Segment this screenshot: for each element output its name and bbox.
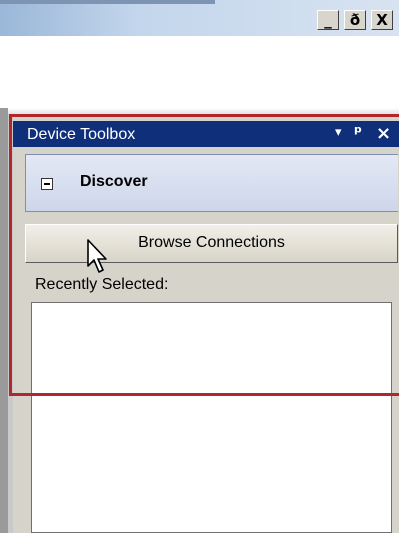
panel-title: Device Toolbox	[27, 126, 136, 143]
toolbar-area	[0, 36, 399, 114]
mouse-cursor-icon	[87, 239, 107, 273]
window-title-bar	[0, 0, 399, 36]
close-window-button[interactable]: X	[371, 10, 393, 30]
recently-selected-label: Recently Selected:	[35, 276, 169, 293]
pin-icon[interactable]: ᵖ	[354, 123, 362, 143]
title-bar-accent	[0, 0, 215, 4]
discover-section-label: Discover	[80, 173, 148, 190]
restore-button[interactable]: ð	[344, 10, 366, 30]
collapse-icon[interactable]	[41, 178, 53, 190]
close-panel-icon[interactable]: ×	[376, 123, 391, 144]
dropdown-arrow-icon[interactable]: ▾	[335, 125, 342, 140]
recently-selected-list[interactable]	[31, 302, 392, 533]
window-frame-left	[0, 108, 8, 533]
browse-connections-button[interactable]: Browse Connections	[25, 224, 398, 263]
minimize-button[interactable]: _	[317, 10, 339, 30]
